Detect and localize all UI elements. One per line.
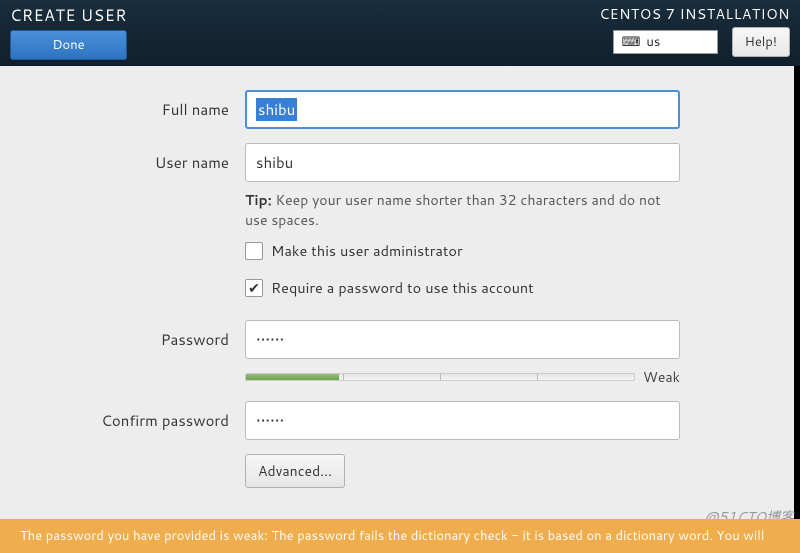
admin-checkbox[interactable] [245,242,263,260]
fullname-input[interactable]: shibu [245,90,680,129]
fullname-value: shibu [256,98,297,121]
tip-prefix: Tip: [245,190,272,210]
create-user-form: Full name shibu User name Tip: Keep your… [0,66,800,488]
username-label: User name [20,152,245,173]
password-strength-bar [245,373,635,381]
installer-title: CENTOS 7 INSTALLATION [599,4,790,24]
header-bar: CREATE USER Done CENTOS 7 INSTALLATION ⌨… [0,0,800,66]
warning-bar: The password you have provided is weak: … [0,519,800,553]
password-strength-label: Weak [643,367,680,387]
confirm-password-input[interactable]: •••••• [245,401,680,440]
help-button[interactable]: Help! [732,27,790,57]
advanced-button[interactable]: Advanced... [245,454,345,488]
username-input[interactable] [245,143,680,182]
confirm-password-label: Confirm password [20,410,245,431]
warning-text: The password you have provided is weak: … [20,527,764,545]
keyboard-layout-selector[interactable]: ⌨ us [613,30,718,54]
fullname-label: Full name [20,99,245,120]
keyboard-layout-label: us [646,33,660,51]
keyboard-icon: ⌨ [622,33,641,51]
admin-checkbox-label: Make this user administrator [271,240,463,261]
require-password-label: Require a password to use this account [271,277,534,298]
page-title: CREATE USER [10,4,127,27]
done-button[interactable]: Done [10,30,127,60]
require-password-checkbox[interactable] [245,279,263,297]
password-input[interactable]: •••••• [245,320,680,359]
tip-body: Keep your user name shorter than 32 char… [245,190,661,230]
right-edge-strip [794,66,800,553]
username-tip: Tip: Keep your user name shorter than 32… [245,190,680,230]
password-label: Password [20,329,245,350]
